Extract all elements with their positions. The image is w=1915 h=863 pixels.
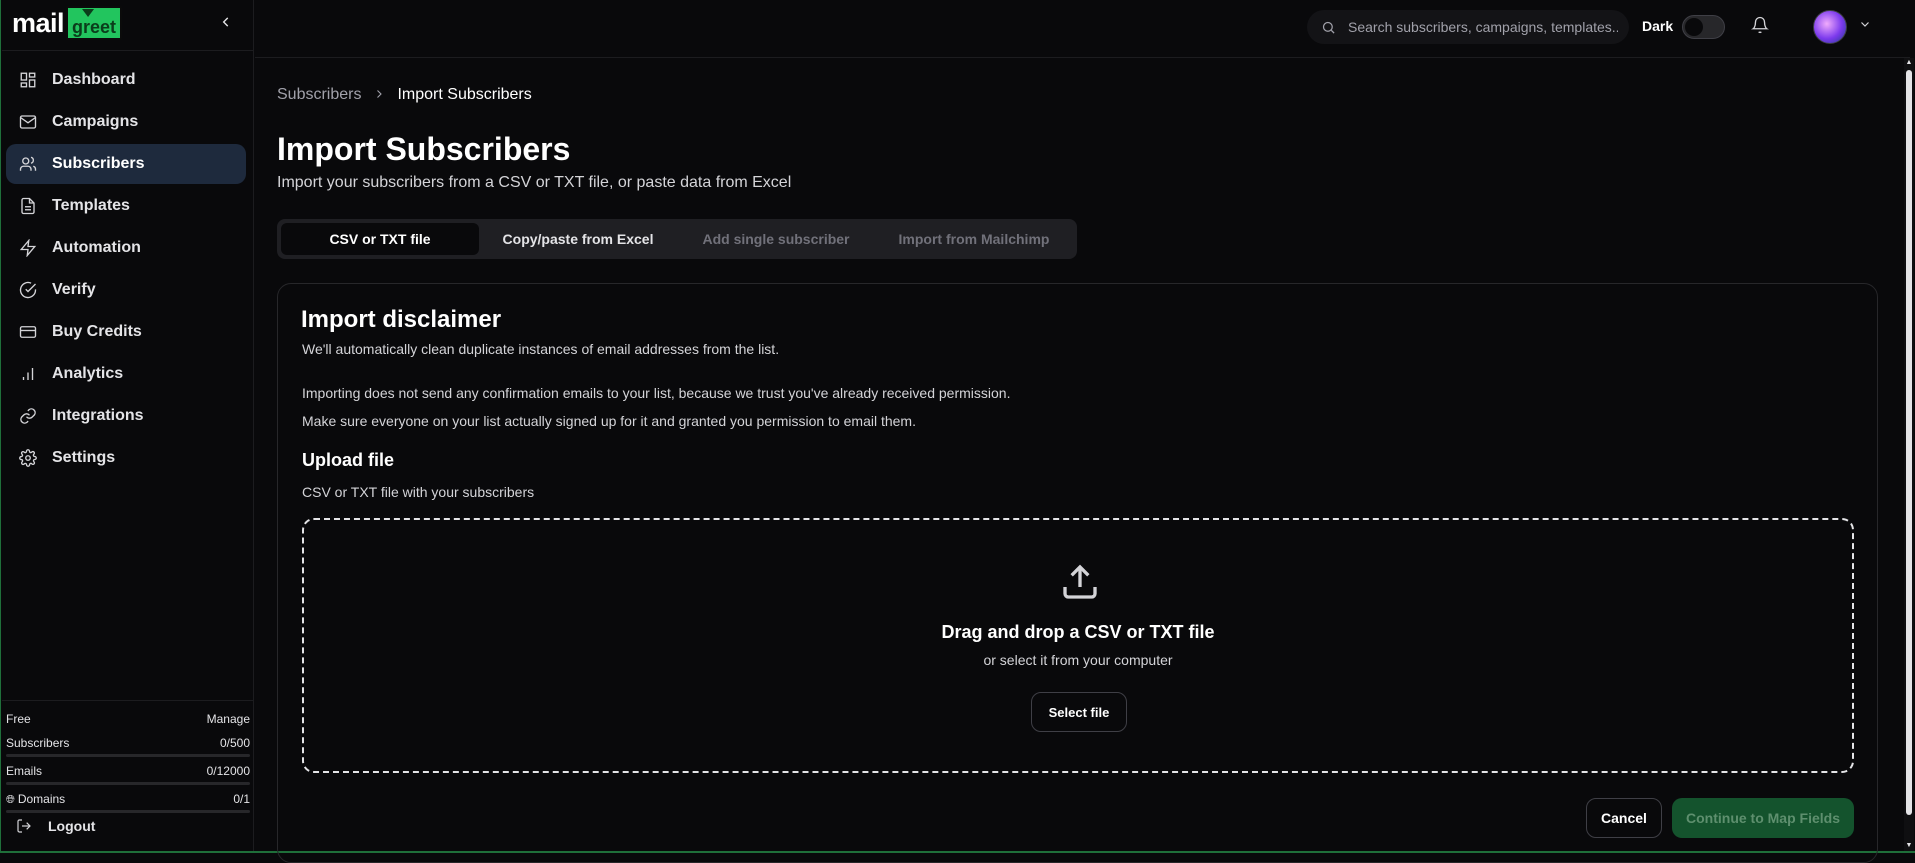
user-avatar[interactable] [1813, 10, 1847, 44]
sidebar-item-label: Integrations [52, 407, 144, 424]
search-icon [1322, 21, 1335, 34]
tab-csv-txt[interactable]: CSV or TXT file [281, 223, 479, 255]
sidebar-item-subscribers[interactable]: Subscribers [6, 144, 246, 184]
usage-subscribers-label: Subscribers [6, 736, 70, 750]
tab-import-mailchimp[interactable]: Import from Mailchimp [875, 223, 1073, 255]
zap-icon [18, 238, 38, 258]
breadcrumb-subscribers-link[interactable]: Subscribers [277, 86, 361, 104]
tab-add-single-subscriber[interactable]: Add single subscriber [677, 223, 875, 255]
sidebar-item-label: Dashboard [52, 71, 136, 88]
page-scrollbar[interactable]: ▲ ▼ [1904, 58, 1914, 851]
sidebar-item-verify[interactable]: Verify [6, 270, 246, 310]
logo-greet-text: greet [66, 6, 123, 40]
theme-label: Dark [1642, 18, 1674, 34]
select-file-button[interactable]: Select file [1031, 692, 1127, 732]
sidebar-item-label: Analytics [52, 365, 124, 382]
usage-domains-label-wrap: 🌐︎ Domains [6, 792, 65, 807]
usage-domains-value: 0/1 [233, 792, 250, 806]
notifications-bell-icon[interactable] [1751, 16, 1771, 36]
page-subtitle: Import your subscribers from a CSV or TX… [277, 174, 792, 191]
users-icon [18, 154, 38, 174]
logout-button[interactable]: Logout [16, 818, 95, 834]
usage-emails-value: 0/12000 [206, 764, 250, 778]
globe-icon: 🌐︎ [6, 793, 15, 806]
breadcrumb-current: Import Subscribers [397, 86, 532, 103]
chevron-right-icon [373, 87, 385, 103]
plan-usage: Free Manage Subscribers 0/500 Emails 0/1… [2, 700, 254, 819]
mail-icon [18, 112, 38, 132]
page-title: Import Subscribers [277, 131, 571, 167]
sidebar-item-analytics[interactable]: Analytics [6, 354, 246, 394]
manage-plan-link[interactable]: Manage [207, 712, 250, 726]
sidebar-item-label: Templates [52, 197, 130, 214]
logout-label: Logout [48, 818, 96, 834]
usage-emails-bar [6, 782, 250, 785]
credit-card-icon [18, 322, 38, 342]
sidebar-item-buy-credits[interactable]: Buy Credits [6, 312, 246, 352]
disclaimer-line-1: We'll automatically clean duplicate inst… [302, 341, 780, 357]
sidebar-item-label: Buy Credits [52, 323, 142, 340]
sidebar-item-label: Campaigns [52, 113, 139, 130]
sidebar-item-automation[interactable]: Automation [6, 228, 246, 268]
usage-domains-label: Domains [17, 791, 66, 806]
dropzone-title: Drag and drop a CSV or TXT file [941, 622, 1215, 642]
sidebar-item-label: Verify [52, 281, 96, 298]
file-icon [18, 196, 38, 216]
cancel-button[interactable]: Cancel [1586, 798, 1662, 838]
usage-domains-bar [6, 810, 250, 813]
sidebar-item-campaigns[interactable]: Campaigns [6, 102, 246, 142]
import-method-tabs: CSV or TXT file Copy/paste from Excel Ad… [277, 219, 1077, 259]
sidebar-item-label: Settings [52, 449, 116, 466]
scroll-down-arrow-icon[interactable]: ▼ [1905, 842, 1913, 850]
usage-subscribers-value: 0/500 [219, 736, 250, 750]
app-frame: mail greet Dashboard Campaigns Subscribe… [0, 0, 1915, 863]
usage-subscribers-bar [6, 754, 250, 757]
toggle-knob [1685, 18, 1703, 36]
collapse-sidebar-icon[interactable] [216, 12, 236, 32]
logout-icon [17, 819, 31, 833]
usage-emails-label: Emails [6, 764, 43, 778]
sidebar-item-label: Subscribers [52, 155, 145, 172]
continue-to-map-fields-button[interactable]: Continue to Map Fields [1672, 798, 1854, 838]
sidebar-item-integrations[interactable]: Integrations [6, 396, 246, 436]
sidebar: mail greet Dashboard Campaigns Subscribe… [2, 0, 254, 851]
sidebar-item-label: Automation [52, 239, 141, 256]
dashboard-icon [18, 70, 38, 90]
scroll-up-arrow-icon[interactable]: ▲ [1905, 59, 1913, 67]
dropzone-subtitle: or select it from your computer [983, 652, 1173, 668]
link-icon [18, 406, 38, 426]
sidebar-item-dashboard[interactable]: Dashboard [6, 60, 246, 100]
chevron-down-icon[interactable] [1859, 18, 1871, 33]
bar-chart-icon [18, 364, 38, 384]
search-bar[interactable] [1307, 10, 1629, 44]
breadcrumb: Subscribers Import Subscribers [277, 86, 532, 104]
check-circle-icon [18, 280, 38, 300]
upload-title: Upload file [302, 450, 395, 470]
logo-mail-text: mail [12, 7, 65, 38]
sidebar-divider [2, 50, 254, 51]
top-header: Dark [255, 0, 1910, 58]
disclaimer-line-3: Make sure everyone on your list actually… [302, 413, 916, 429]
sidebar-item-templates[interactable]: Templates [6, 186, 246, 226]
file-dropzone[interactable]: Drag and drop a CSV or TXT file or selec… [302, 518, 1854, 773]
upload-icon [1060, 562, 1100, 602]
search-input[interactable] [1348, 19, 1618, 35]
sidebar-item-settings[interactable]: Settings [6, 438, 246, 478]
dark-mode-toggle[interactable] [1682, 15, 1725, 39]
scrollbar-thumb[interactable] [1906, 70, 1912, 815]
sidebar-nav: Dashboard Campaigns Subscribers Template… [6, 60, 246, 480]
plan-name: Free [6, 712, 31, 726]
gear-icon [18, 448, 38, 468]
disclaimer-title: Import disclaimer [301, 306, 502, 333]
upload-subtitle: CSV or TXT file with your subscribers [302, 484, 535, 500]
disclaimer-line-2: Importing does not send any confirmation… [302, 385, 1011, 401]
logo[interactable]: mail greet [12, 6, 123, 40]
tab-copy-paste-excel[interactable]: Copy/paste from Excel [479, 223, 677, 255]
